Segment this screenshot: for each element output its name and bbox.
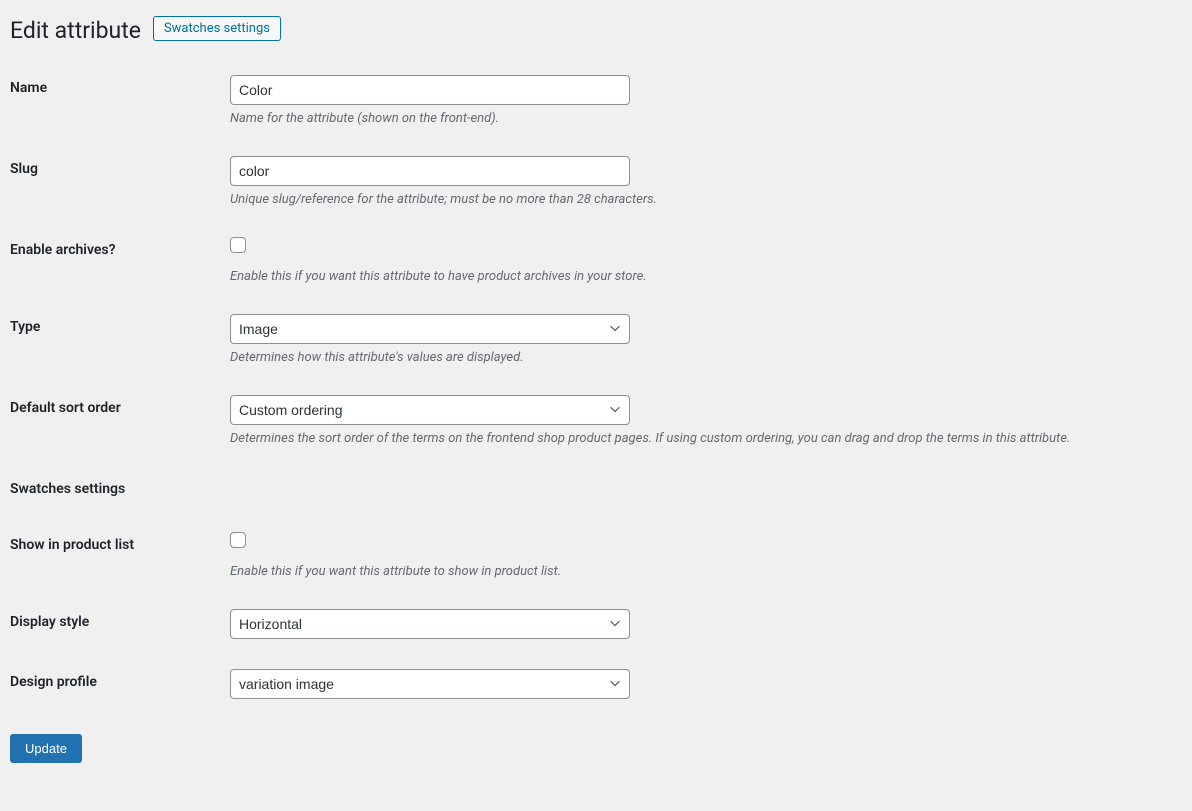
enable-archives-label: Enable archives?	[10, 242, 116, 258]
display-style-select[interactable]: Horizontal	[230, 609, 630, 639]
sort-order-label: Default sort order	[10, 400, 121, 416]
name-label: Name	[10, 80, 47, 96]
enable-archives-description: Enable this if you want this attribute t…	[230, 269, 1164, 284]
name-description: Name for the attribute (shown on the fro…	[230, 111, 1164, 126]
sort-order-select[interactable]: Custom ordering	[230, 395, 630, 425]
design-profile-label: Design profile	[10, 674, 97, 690]
type-label: Type	[10, 319, 40, 335]
edit-attribute-form: Name Name for the attribute (shown on th…	[10, 60, 1174, 714]
swatches-settings-button[interactable]: Swatches settings	[153, 16, 281, 41]
page-title: Edit attribute	[10, 8, 141, 48]
name-input[interactable]	[230, 75, 630, 105]
type-select[interactable]: Image	[230, 314, 630, 344]
update-button[interactable]: Update	[10, 734, 82, 763]
type-description: Determines how this attribute's values a…	[230, 350, 1164, 365]
slug-input[interactable]	[230, 156, 630, 186]
design-profile-select[interactable]: variation image	[230, 669, 630, 699]
show-in-list-label: Show in product list	[10, 537, 134, 553]
show-in-list-description: Enable this if you want this attribute t…	[230, 564, 1164, 579]
display-style-label: Display style	[10, 614, 89, 630]
slug-description: Unique slug/reference for the attribute;…	[230, 192, 1164, 207]
swatches-section-heading: Swatches settings	[10, 461, 230, 517]
show-in-list-checkbox[interactable]	[230, 532, 246, 548]
slug-label: Slug	[10, 161, 38, 177]
enable-archives-checkbox[interactable]	[230, 237, 246, 253]
sort-order-description: Determines the sort order of the terms o…	[230, 431, 1164, 446]
